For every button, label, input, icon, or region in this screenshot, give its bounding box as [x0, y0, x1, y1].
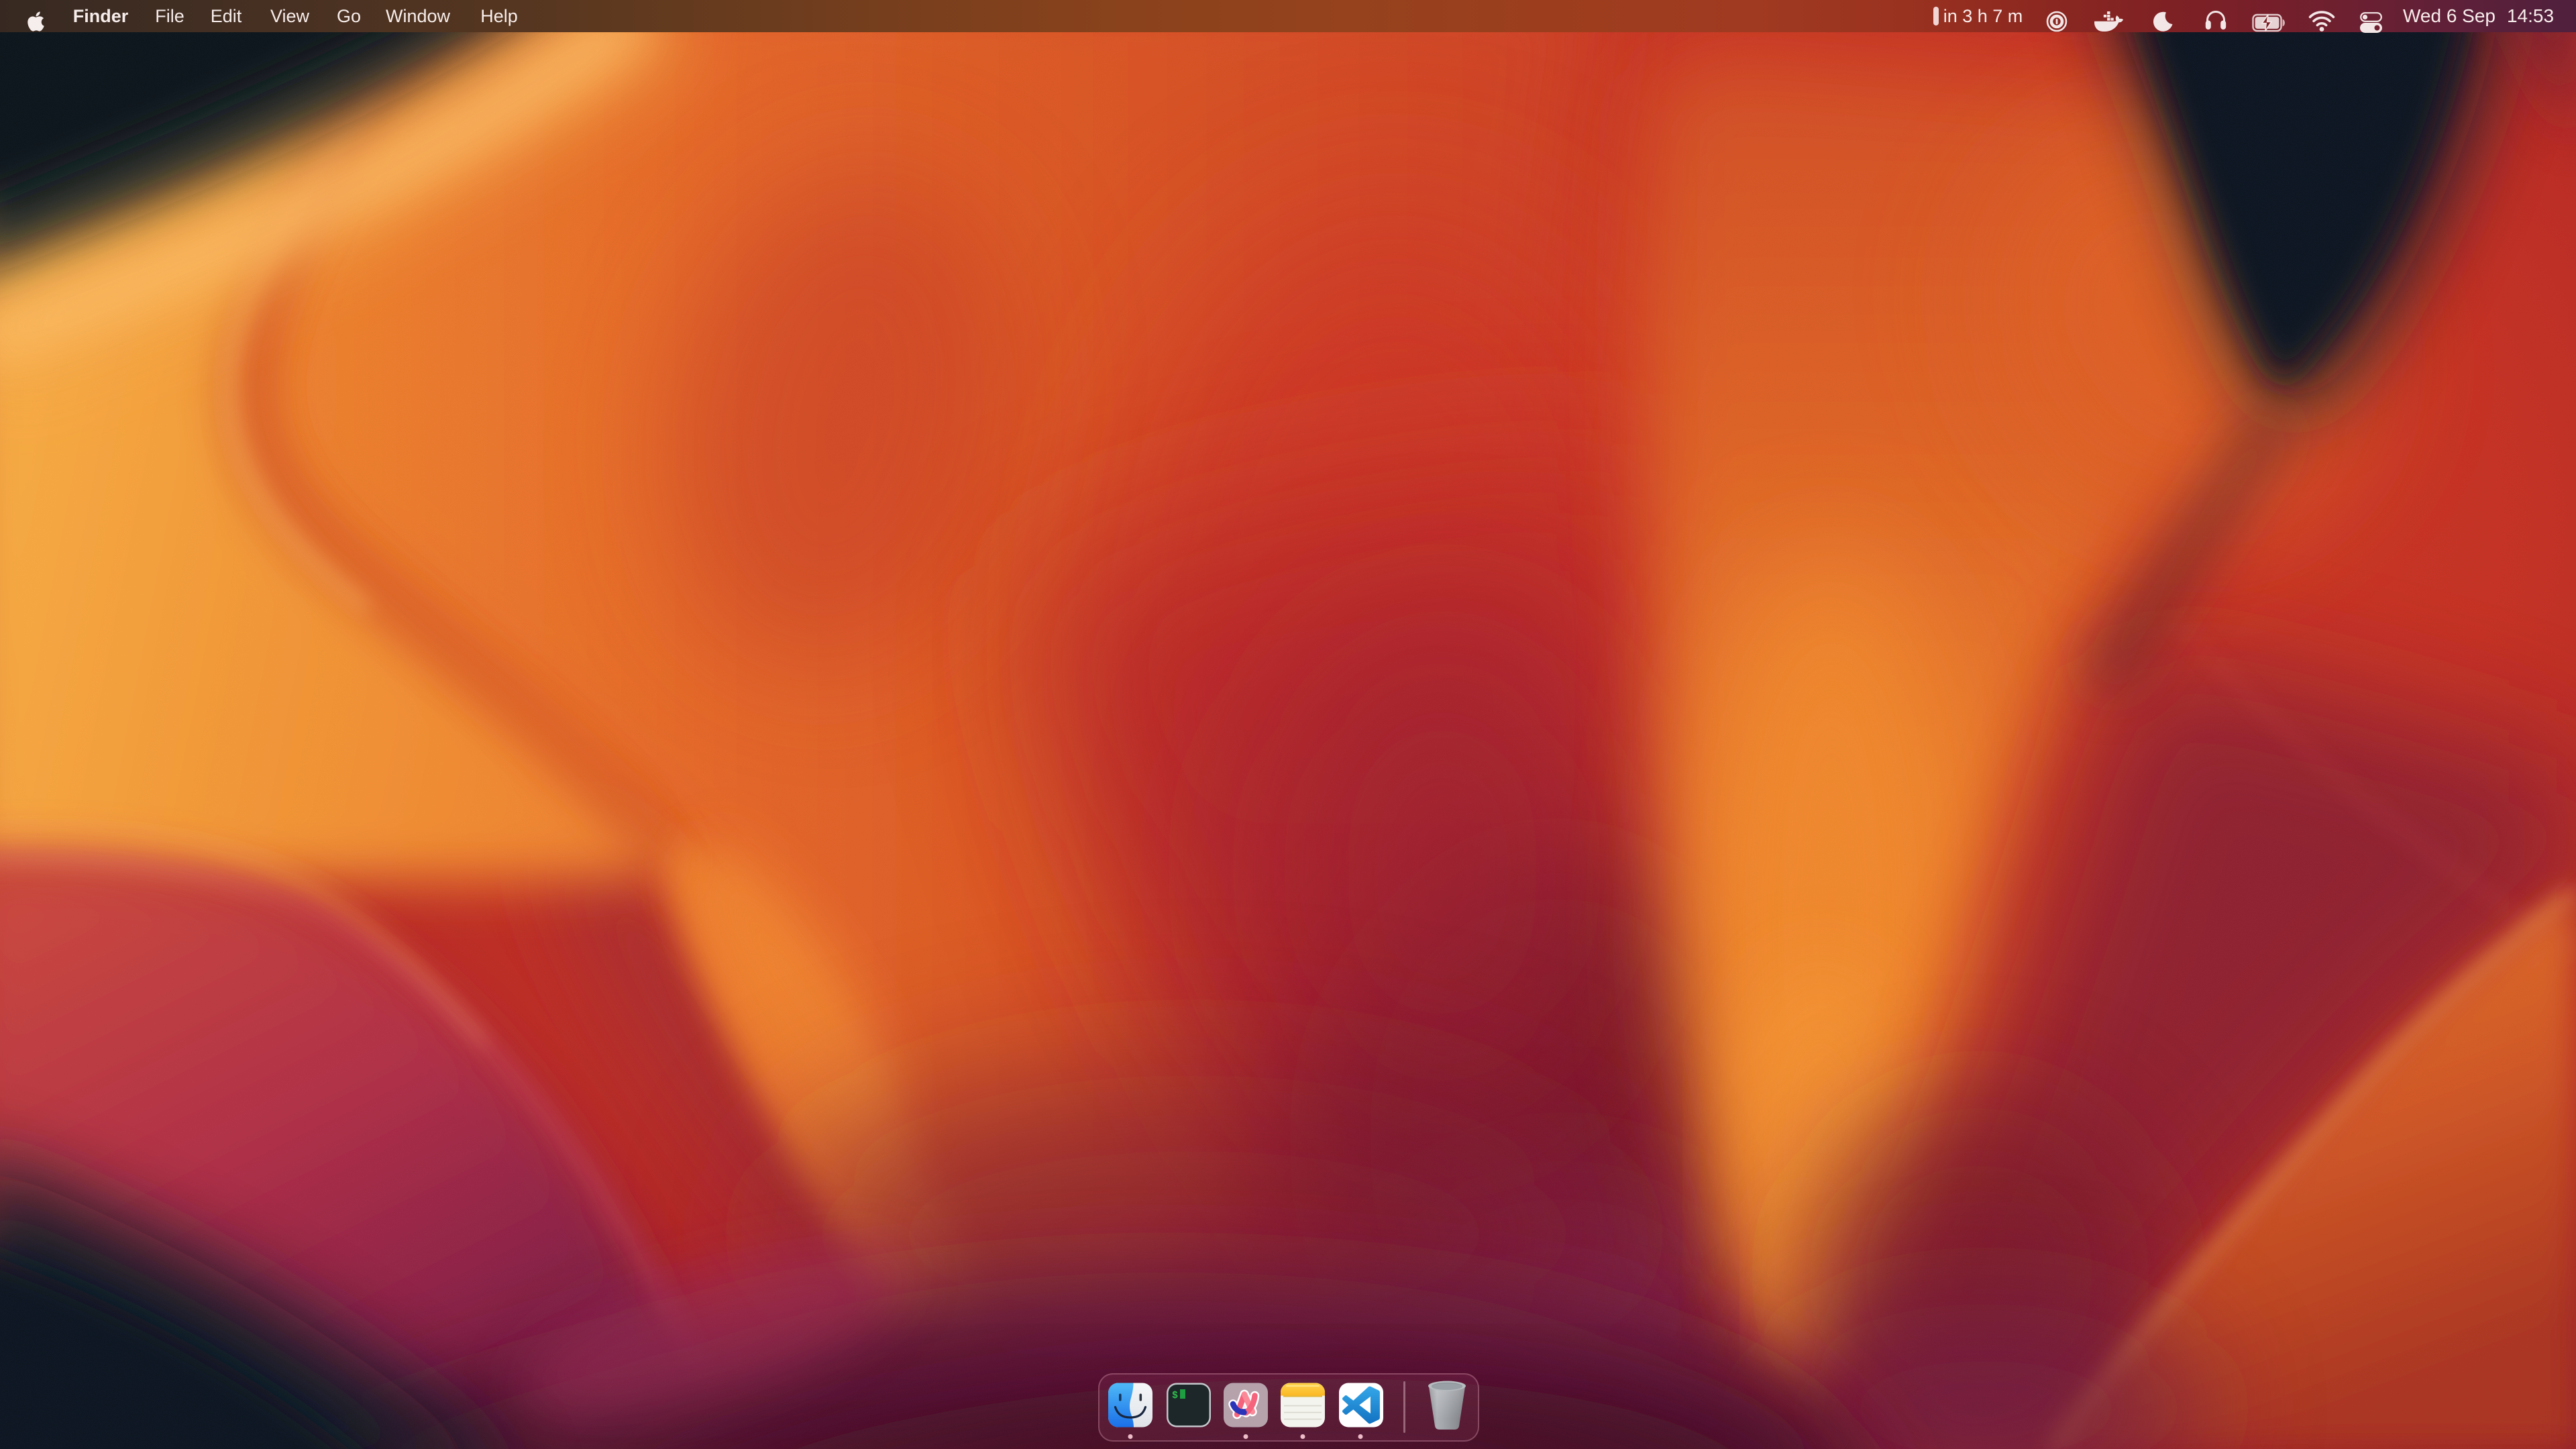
svg-text:$: $ — [1172, 1390, 1178, 1401]
